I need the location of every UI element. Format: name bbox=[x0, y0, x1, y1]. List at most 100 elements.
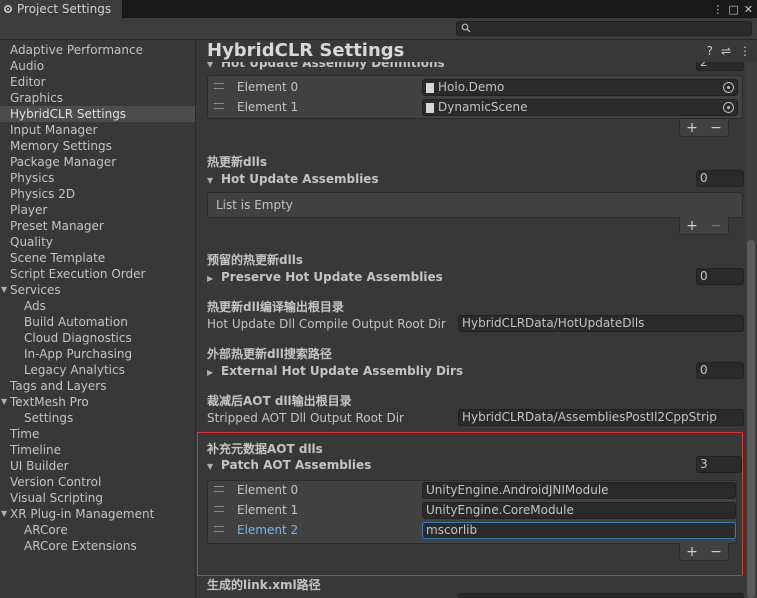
sidebar-item-physics-2d[interactable]: Physics 2D bbox=[0, 186, 195, 202]
project-settings-tab[interactable]: Project Settings bbox=[0, 0, 122, 18]
sidebar-item-textmesh-pro[interactable]: ▼ TextMesh Pro bbox=[0, 394, 195, 410]
more-icon[interactable]: ⋮ bbox=[739, 44, 751, 58]
object-picker-icon[interactable] bbox=[723, 82, 734, 93]
sidebar-item-time[interactable]: Time bbox=[0, 426, 195, 442]
sidebar-item-ads[interactable]: Ads bbox=[0, 298, 195, 314]
compile-output-dir-input[interactable]: HybridCLRData/HotUpdateDlls bbox=[458, 315, 744, 332]
sidebar-item-build-automation[interactable]: Build Automation bbox=[0, 314, 195, 330]
sidebar-item-services[interactable]: ▼ Services bbox=[0, 282, 195, 298]
section-header: 预留的热更新dlls bbox=[207, 253, 303, 267]
section-header: 外部热更新dll搜索路径 bbox=[207, 347, 332, 361]
object-field[interactable]: Holo.Demo bbox=[422, 79, 738, 96]
list-item: Element 2 mscorlib bbox=[208, 521, 736, 541]
patch-aot-assemblies-foldout[interactable]: ▼ Patch AOT Assemblies bbox=[207, 458, 371, 472]
search-input[interactable] bbox=[456, 21, 752, 36]
assembly-definition-icon bbox=[426, 83, 434, 93]
sidebar-item-quality[interactable]: Quality bbox=[0, 234, 195, 250]
sidebar-item-hybridclr-settings[interactable]: HybridCLR Settings bbox=[0, 106, 195, 122]
sidebar-item-tags-and-layers[interactable]: Tags and Layers bbox=[0, 378, 195, 394]
sidebar-item-cloud-diagnostics[interactable]: Cloud Diagnostics bbox=[0, 330, 195, 346]
preserve-hot-update-assemblies-size[interactable]: 0 bbox=[696, 268, 744, 285]
menu-icon[interactable]: ⋮ bbox=[712, 3, 723, 16]
expand-arrow-icon[interactable]: ▼ bbox=[1, 506, 7, 522]
scrollbar[interactable] bbox=[745, 62, 757, 598]
preset-icon[interactable]: ⇌ bbox=[721, 44, 731, 58]
tab-title: Project Settings bbox=[17, 2, 112, 16]
preserve-hot-update-assemblies-foldout[interactable]: ▶ Preserve Hot Update Assemblies bbox=[207, 270, 443, 284]
editor-tab-bar: Project Settings ⋮ □ ✕ bbox=[0, 0, 757, 18]
stripped-aot-dir-input[interactable]: HybridCLRData/AssembliesPostIl2CppStrip bbox=[458, 409, 744, 426]
object-field[interactable]: DynamicScene bbox=[422, 99, 738, 116]
expand-arrow-icon[interactable]: ▼ bbox=[1, 394, 7, 410]
sidebar-item-memory-settings[interactable]: Memory Settings bbox=[0, 138, 195, 154]
element-input[interactable]: UnityEngine.AndroidJNIModule bbox=[422, 482, 736, 499]
stripped-aot-dir-label: Stripped AOT Dll Output Root Dir bbox=[207, 411, 404, 425]
drag-handle-icon[interactable] bbox=[214, 83, 224, 89]
add-element-button[interactable]: + bbox=[686, 120, 698, 136]
sidebar-item-script-execution-order[interactable]: Script Execution Order bbox=[0, 266, 195, 282]
sidebar-item-adaptive-performance[interactable]: Adaptive Performance bbox=[0, 42, 195, 58]
remove-element-button[interactable]: − bbox=[710, 544, 722, 560]
list-item: Element 0 Holo.Demo bbox=[208, 78, 742, 98]
sidebar-item-legacy-analytics[interactable]: Legacy Analytics bbox=[0, 362, 195, 378]
list-item: Element 1 DynamicScene bbox=[208, 98, 742, 118]
help-icon[interactable]: ? bbox=[707, 44, 713, 58]
list-add-remove: + − bbox=[679, 543, 729, 561]
drag-handle-icon[interactable] bbox=[214, 526, 224, 532]
link-xml-path-input[interactable] bbox=[458, 593, 744, 598]
object-value: Holo.Demo bbox=[438, 80, 505, 94]
element-label: Element 2 bbox=[237, 523, 299, 537]
close-icon[interactable]: ✕ bbox=[744, 3, 753, 16]
sidebar-item-arcore-extensions[interactable]: ARCore Extensions bbox=[0, 538, 195, 554]
sidebar-item-scene-template[interactable]: Scene Template bbox=[0, 250, 195, 266]
sidebar-item-ui-builder[interactable]: UI Builder bbox=[0, 458, 195, 474]
sidebar-item-label: XR Plug-in Management bbox=[10, 507, 155, 521]
hot-update-assemblies-foldout[interactable]: ▼ Hot Update Assemblies bbox=[207, 172, 379, 186]
drag-handle-icon[interactable] bbox=[214, 486, 224, 492]
sidebar-item-label: Services bbox=[10, 283, 61, 297]
element-input[interactable]: UnityEngine.CoreModule bbox=[422, 502, 736, 519]
sidebar-item-physics[interactable]: Physics bbox=[0, 170, 195, 186]
scrollbar-thumb[interactable] bbox=[747, 240, 755, 598]
sidebar-item-input-manager[interactable]: Input Manager bbox=[0, 122, 195, 138]
sidebar-item-label: TextMesh Pro bbox=[10, 395, 89, 409]
sidebar-item-version-control[interactable]: Version Control bbox=[0, 474, 195, 490]
add-element-button[interactable]: + bbox=[686, 544, 698, 560]
empty-list-text: List is Empty bbox=[216, 198, 293, 212]
external-dirs-size[interactable]: 0 bbox=[696, 362, 744, 379]
sidebar-item-in-app-purchasing[interactable]: In-App Purchasing bbox=[0, 346, 195, 362]
patch-aot-assemblies-size[interactable]: 3 bbox=[696, 456, 742, 473]
element-input[interactable]: mscorlib bbox=[422, 522, 736, 539]
sidebar-item-visual-scripting[interactable]: Visual Scripting bbox=[0, 490, 195, 506]
element-label: Element 0 bbox=[237, 80, 299, 94]
sidebar-item-preset-manager[interactable]: Preset Manager bbox=[0, 218, 195, 234]
element-label: Element 1 bbox=[237, 503, 299, 517]
sidebar-item-package-manager[interactable]: Package Manager bbox=[0, 154, 195, 170]
sidebar-item-graphics[interactable]: Graphics bbox=[0, 90, 195, 106]
remove-element-button[interactable]: − bbox=[710, 120, 722, 136]
page-title: HybridCLR Settings bbox=[207, 40, 405, 61]
sidebar-item-settings[interactable]: Settings bbox=[0, 410, 195, 426]
section-header: 裁减后AOT dll输出根目录 bbox=[207, 394, 352, 408]
sidebar-item-timeline[interactable]: Timeline bbox=[0, 442, 195, 458]
drag-handle-icon[interactable] bbox=[214, 506, 224, 512]
drag-handle-icon[interactable] bbox=[214, 103, 224, 109]
object-picker-icon[interactable] bbox=[723, 102, 734, 113]
external-dirs-foldout[interactable]: ▶ External Hot Update Assembliy Dirs bbox=[207, 364, 463, 378]
sidebar-item-editor[interactable]: Editor bbox=[0, 74, 195, 90]
hot-update-assemblies-list: List is Empty bbox=[207, 192, 743, 218]
add-element-button[interactable]: + bbox=[686, 218, 698, 234]
maximize-icon[interactable]: □ bbox=[728, 3, 738, 16]
window-controls: ⋮ □ ✕ bbox=[712, 0, 753, 18]
sidebar-item-player[interactable]: Player bbox=[0, 202, 195, 218]
sidebar-item-arcore[interactable]: ARCore bbox=[0, 522, 195, 538]
hot-update-assemblies-size[interactable]: 0 bbox=[696, 170, 744, 187]
remove-element-button[interactable]: − bbox=[710, 218, 722, 234]
sidebar-item-audio[interactable]: Audio bbox=[0, 58, 195, 74]
expand-arrow-icon[interactable]: ▼ bbox=[1, 282, 7, 298]
element-label: Element 1 bbox=[237, 100, 299, 114]
search-icon bbox=[461, 23, 471, 33]
sidebar-item-xr-plug-in-management[interactable]: ▼ XR Plug-in Management bbox=[0, 506, 195, 522]
header-icons: ? ⇌ ⋮ bbox=[707, 44, 751, 58]
section-header: 热更新dlls bbox=[207, 155, 267, 169]
